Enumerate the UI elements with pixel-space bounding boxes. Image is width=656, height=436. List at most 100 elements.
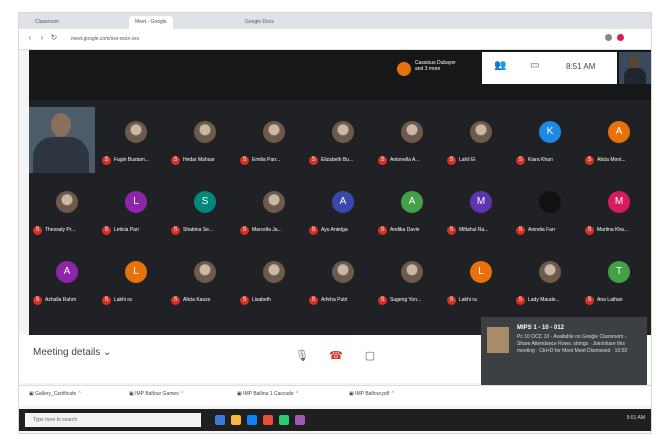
muted-indicator-icon: S: [447, 156, 456, 165]
participant-tile[interactable]: S Thessaly Pr...: [29, 177, 99, 243]
participant-tile[interactable]: S Marcella Ja...: [236, 177, 306, 243]
participant-tile[interactable]: S Alicia Kauss: [167, 247, 237, 313]
participant-tile[interactable]: S Hedar Mahsar: [167, 107, 237, 173]
muted-indicator-icon: S: [102, 156, 111, 165]
participant-avatar: [470, 121, 492, 143]
participant-name: Emilia Parr...: [252, 157, 281, 163]
taskview-icon[interactable]: [215, 415, 225, 425]
participant-tile[interactable]: S Anindia Farr: [512, 177, 582, 243]
participant-tile[interactable]: L S Lakhi ra: [98, 247, 168, 313]
participant-avatar: [401, 121, 423, 143]
participant-tile[interactable]: S Antonella A...: [374, 107, 444, 173]
participant-name: Andika Davin: [390, 227, 420, 233]
participant-tile[interactable]: [29, 107, 99, 173]
browser-tab[interactable]: Google Docs: [239, 16, 280, 29]
participant-name: Ana Lathan: [597, 297, 623, 303]
participant-avatar: A: [332, 191, 354, 213]
participant-tile[interactable]: S Emilia Parr...: [236, 107, 306, 173]
presenter-label: Cassious Dubayer and 3 more: [415, 60, 456, 72]
participant-tile[interactable]: L S Lakhi ra: [443, 247, 513, 313]
participant-avatar: A: [56, 261, 78, 283]
participant-name: Leticia Pari: [114, 227, 139, 233]
edge-icon[interactable]: [247, 415, 257, 425]
camera-icon[interactable]: ▢: [357, 343, 383, 369]
participant-tile[interactable]: T S Ana Lathan: [581, 247, 651, 313]
participant-tile[interactable]: S Lisabeth: [236, 247, 306, 313]
muted-indicator-icon: S: [309, 156, 318, 165]
participant-tile[interactable]: S Arfeha Putri: [305, 247, 375, 313]
participant-name: Lady Maude...: [528, 297, 560, 303]
end-call-icon[interactable]: ☎: [323, 343, 349, 369]
reload-icon[interactable]: ↻: [49, 33, 59, 43]
download-item[interactable]: ▣ IMP Balfour Games ⌃: [129, 391, 184, 397]
meet-window: Cassious Dubayer and 3 more 👥 ▭ 8:51 AM …: [29, 50, 651, 335]
participant-avatar: L: [470, 261, 492, 283]
taskbar-search[interactable]: Type here to search: [25, 413, 201, 427]
store-icon[interactable]: [279, 415, 289, 425]
muted-indicator-icon: S: [447, 296, 456, 305]
chrome-icon[interactable]: [263, 415, 273, 425]
participant-tile[interactable]: S Fagin Bustam...: [98, 107, 168, 173]
muted-indicator-icon: S: [516, 156, 525, 165]
participant-tile[interactable]: M S Miftahul Ra...: [443, 177, 513, 243]
participant-tile[interactable]: A S Alicia Mont...: [581, 107, 651, 173]
participant-tile[interactable]: S S Shabina Se...: [167, 177, 237, 243]
participant-avatar: A: [401, 191, 423, 213]
people-icon[interactable]: 👥: [494, 60, 506, 71]
participant-name: Alicia Mont...: [597, 157, 626, 163]
participant-avatar: S: [194, 191, 216, 213]
participant-tile[interactable]: A S Ayu Antelga: [305, 177, 375, 243]
participant-avatar: A: [608, 121, 630, 143]
extension-icon[interactable]: [605, 34, 612, 41]
file-explorer-icon[interactable]: [231, 415, 241, 425]
participant-avatar: [194, 121, 216, 143]
participant-name: Martina Kha...: [597, 227, 629, 233]
muted-indicator-icon: S: [378, 226, 387, 235]
forward-icon[interactable]: ›: [37, 33, 47, 43]
participant-tile[interactable]: M S Martina Kha...: [581, 177, 651, 243]
notification-body: Pc 10 OCC 10 · Available on Google Class…: [517, 334, 628, 354]
participant-avatar: [539, 261, 561, 283]
participant-tile[interactable]: S Sugeng Yon...: [374, 247, 444, 313]
participant-name: Elizabeth Bu...: [321, 157, 354, 163]
meet-toolbar: 👥 ▭ 8:51 AM: [482, 52, 617, 84]
notification-popup[interactable]: MIPS 1 - 10 - 012 Pc 10 OCC 10 · Availab…: [481, 317, 647, 389]
mic-icon[interactable]: 🎙: [289, 343, 315, 369]
download-item[interactable]: ▣ IMP Ballina 1 Cascade ⌃: [237, 391, 299, 397]
muted-indicator-icon: S: [378, 296, 387, 305]
participant-tile[interactable]: A S Azhalla Rahm: [29, 247, 99, 313]
participant-name: Shabina Se...: [183, 227, 214, 233]
profile-icon[interactable]: [617, 34, 624, 41]
participant-name: Kiara Khan: [528, 157, 553, 163]
participant-tile[interactable]: S Elizabeth Bu...: [305, 107, 375, 173]
participant-tile[interactable]: S Lahil El: [443, 107, 513, 173]
download-item[interactable]: ▣ IMP Balfour.pdf ⌃: [349, 391, 395, 397]
back-icon[interactable]: ‹: [25, 33, 35, 43]
participant-name: Hedar Mahsar: [183, 157, 215, 163]
url-field[interactable]: meet.google.com/xxx-xxxx-xxx: [71, 34, 591, 44]
browser-tab[interactable]: Classroom: [29, 16, 65, 29]
presenter-avatar: [397, 62, 411, 76]
muted-indicator-icon: S: [33, 296, 42, 305]
participant-tile[interactable]: S Lady Maude...: [512, 247, 582, 313]
browser-tab-active[interactable]: Meet - Google: [129, 16, 173, 29]
chat-icon[interactable]: ▭: [530, 60, 539, 71]
muted-indicator-icon: S: [33, 226, 42, 235]
participant-avatar: [539, 191, 561, 213]
participant-avatar: M: [608, 191, 630, 213]
participant-tile[interactable]: L S Leticia Pari: [98, 177, 168, 243]
meet-topbar: Cassious Dubayer and 3 more 👥 ▭ 8:51 AM: [29, 50, 651, 100]
participant-name: Marcella Ja...: [252, 227, 282, 233]
notification-thumbnail: [487, 327, 509, 353]
participant-name: Fagin Bustam...: [114, 157, 150, 163]
participant-avatar: [332, 261, 354, 283]
participant-avatar: [194, 261, 216, 283]
participant-name: Azhalla Rahm: [45, 297, 77, 303]
participant-avatar: [332, 121, 354, 143]
participant-name: Lakhi ra: [114, 297, 132, 303]
download-item[interactable]: ▣ Gallery_Certificate ⌃: [29, 391, 82, 397]
meeting-details-button[interactable]: Meeting details ⌄: [33, 347, 111, 358]
participant-tile[interactable]: K S Kiara Khan: [512, 107, 582, 173]
app-icon[interactable]: [295, 415, 305, 425]
participant-tile[interactable]: A S Andika Davin: [374, 177, 444, 243]
